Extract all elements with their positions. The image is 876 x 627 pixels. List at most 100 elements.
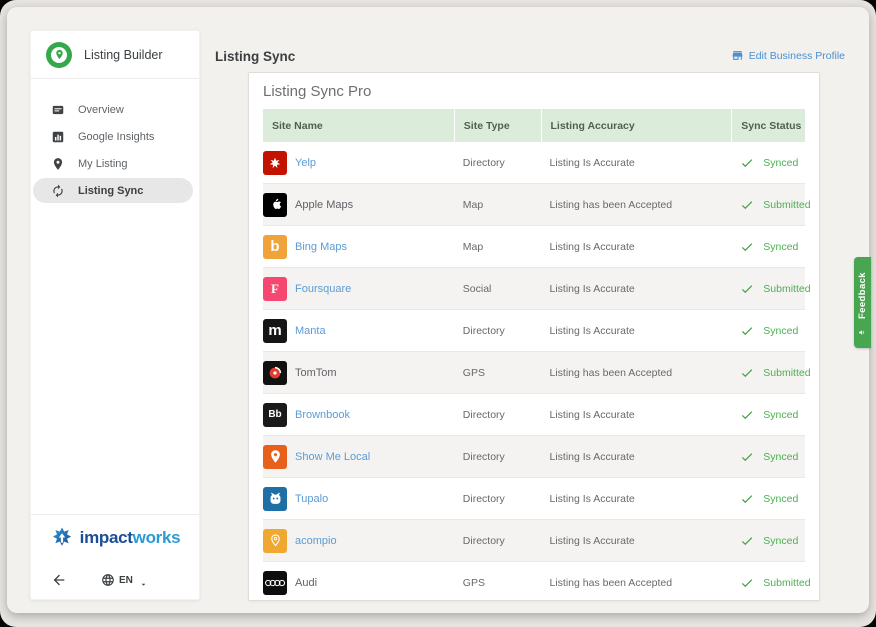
sync-status: Submitted <box>731 366 805 380</box>
site-name-cell: Tupalo <box>263 487 454 511</box>
site-name-cell: acompio <box>263 529 454 553</box>
table-row: Tupalo Directory Listing Is Accurate Syn… <box>263 478 805 520</box>
language-selector[interactable]: EN <box>101 573 148 587</box>
listing-accuracy: Listing Is Accurate <box>541 157 732 169</box>
column-header-listing-accuracy: Listing Accuracy <box>541 109 732 142</box>
site-type: Directory <box>454 325 541 337</box>
site-name-cell: Yelp <box>263 151 454 175</box>
listing-accuracy: Listing Is Accurate <box>541 325 732 337</box>
sync-table: Site NameSite TypeListing AccuracySync S… <box>263 109 805 601</box>
site-name-cell: b Bing Maps <box>263 235 454 259</box>
storefront-icon <box>731 49 744 62</box>
check-icon <box>740 534 754 548</box>
check-icon <box>740 576 754 590</box>
sync-status: Synced <box>731 324 805 338</box>
listing-accuracy: Listing Is Accurate <box>541 535 732 547</box>
sidebar: Listing Builder Overview Google Insights… <box>30 30 200 600</box>
site-name[interactable]: Yelp <box>295 157 316 169</box>
check-icon <box>740 366 754 380</box>
language-code: EN <box>119 575 133 586</box>
impactworks-gear-icon <box>50 526 74 550</box>
brand-text: impactworks <box>80 528 181 548</box>
sync-status: Synced <box>731 492 805 506</box>
table-body: Yelp Directory Listing Is Accurate Synce… <box>263 142 805 601</box>
check-icon <box>740 240 754 254</box>
check-icon <box>740 282 754 296</box>
sync-icon <box>51 184 65 198</box>
sync-status: Submitted <box>731 282 805 296</box>
table-row: acompio Directory Listing Is Accurate Sy… <box>263 520 805 562</box>
table-row: m Manta Directory Listing Is Accurate Sy… <box>263 310 805 352</box>
site-type: GPS <box>454 367 541 379</box>
column-header-site-type: Site Type <box>454 109 541 142</box>
site-name[interactable]: Bing Maps <box>295 241 347 253</box>
table-row: Yelp Directory Listing Is Accurate Synce… <box>263 142 805 184</box>
site-name-cell: Apple Maps <box>263 193 454 217</box>
sync-status: Submitted <box>731 576 805 590</box>
sync-status-label: Synced <box>763 409 798 421</box>
check-icon <box>740 198 754 212</box>
site-type: Directory <box>454 493 541 505</box>
listing-builder-logo-icon <box>46 42 72 68</box>
site-name[interactable]: Show Me Local <box>295 451 370 463</box>
site-type: Map <box>454 241 541 253</box>
app-window: Listing Builder Overview Google Insights… <box>7 7 869 613</box>
site-name[interactable]: Tupalo <box>295 493 328 505</box>
feedback-label: Feedback <box>857 272 868 319</box>
listing-accuracy: Listing has been Accepted <box>541 199 732 211</box>
card-title: Listing Sync Pro <box>249 73 819 109</box>
site-name: TomTom <box>295 367 337 379</box>
sync-status: Synced <box>731 408 805 422</box>
site-type: Social <box>454 283 541 295</box>
check-icon <box>740 450 754 464</box>
sync-status-label: Submitted <box>763 283 810 295</box>
feedback-tab[interactable]: Feedback <box>854 257 871 348</box>
listing-accuracy: Listing Is Accurate <box>541 241 732 253</box>
check-icon <box>740 156 754 170</box>
sidebar-item-my-listing[interactable]: My Listing <box>33 151 193 176</box>
site-name: Audi <box>295 577 317 589</box>
check-icon <box>740 408 754 422</box>
check-icon <box>740 492 754 506</box>
check-icon <box>740 324 754 338</box>
overview-icon <box>51 103 65 117</box>
sync-status-label: Submitted <box>763 367 810 379</box>
sync-status-label: Synced <box>763 157 798 169</box>
site-type: Directory <box>454 535 541 547</box>
site-name-cell: TomTom <box>263 361 454 385</box>
site-name-cell: m Manta <box>263 319 454 343</box>
tomtom-icon <box>263 361 287 385</box>
site-type: Directory <box>454 157 541 169</box>
site-name-cell: Audi <box>263 571 454 595</box>
globe-icon <box>101 573 115 587</box>
table-header-row: Site NameSite TypeListing AccuracySync S… <box>263 109 805 142</box>
listing-accuracy: Listing has been Accepted <box>541 367 732 379</box>
site-type: Directory <box>454 451 541 463</box>
site-name[interactable]: acompio <box>295 535 337 547</box>
sidebar-item-overview[interactable]: Overview <box>33 97 193 122</box>
back-arrow-icon[interactable] <box>51 572 67 588</box>
app-title: Listing Builder <box>84 48 163 62</box>
table-row: Apple Maps Map Listing has been Accepted… <box>263 184 805 226</box>
sidebar-item-google-insights[interactable]: Google Insights <box>33 124 193 149</box>
listing-sync-card: Listing Sync Pro Site NameSite TypeListi… <box>248 72 820 601</box>
site-name[interactable]: Manta <box>295 325 326 337</box>
site-name-cell: Show Me Local <box>263 445 454 469</box>
sidebar-header: Listing Builder <box>31 31 199 79</box>
table-row: Bb Brownbook Directory Listing Is Accura… <box>263 394 805 436</box>
column-header-site-name: Site Name <box>263 120 454 132</box>
edit-business-profile-link[interactable]: Edit Business Profile <box>731 49 845 62</box>
listing-accuracy: Listing has been Accepted <box>541 577 732 589</box>
table-row: F Foursquare Social Listing Is Accurate … <box>263 268 805 310</box>
page-title: Listing Sync <box>215 49 295 64</box>
site-type: Directory <box>454 409 541 421</box>
sidebar-item-listing-sync[interactable]: Listing Sync <box>33 178 193 203</box>
site-type: Map <box>454 199 541 211</box>
table-row: Audi GPS Listing has been Accepted Submi… <box>263 562 805 601</box>
sidebar-bottom-bar: EN <box>31 561 199 599</box>
pin-icon <box>51 157 65 171</box>
site-name[interactable]: Foursquare <box>295 283 351 295</box>
site-name[interactable]: Brownbook <box>295 409 350 421</box>
apple-icon <box>263 193 287 217</box>
audi-icon <box>263 571 287 595</box>
